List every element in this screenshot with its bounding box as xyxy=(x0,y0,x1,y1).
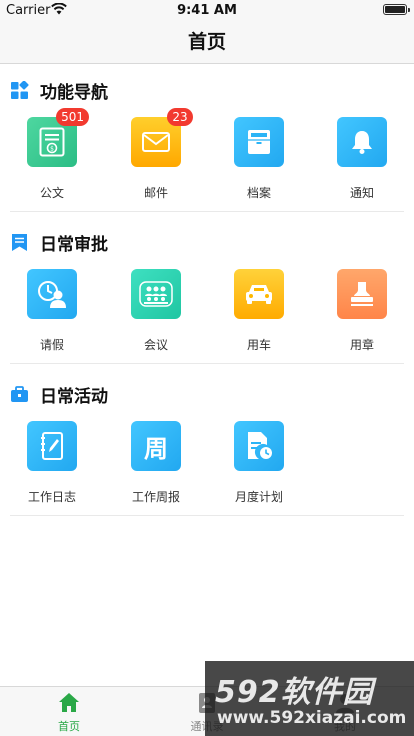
section-divider xyxy=(10,515,404,516)
status-time: 9:41 AM xyxy=(177,3,237,18)
watermark-url: www.592xiazai.com xyxy=(217,708,407,728)
item-label: 工作日志 xyxy=(27,490,76,504)
section-title: 日常审批 xyxy=(40,234,108,255)
stamp-icon xyxy=(337,269,387,319)
home-icon xyxy=(59,693,79,712)
item-label: 邮件 xyxy=(143,186,168,200)
approval-item-car[interactable]: 用车 xyxy=(207,269,311,353)
monthly-plan-icon xyxy=(234,421,284,471)
activity-item-work-log[interactable]: 工作日志 xyxy=(0,421,104,505)
section-divider xyxy=(10,211,404,212)
leave-icon xyxy=(27,269,77,319)
section-title: 功能导航 xyxy=(40,82,108,103)
approval-item-stamp[interactable]: 用章 xyxy=(310,269,414,353)
tab-home[interactable]: 首页 xyxy=(0,687,138,736)
item-label: 月度计划 xyxy=(234,490,283,504)
svg-text:$: $ xyxy=(50,146,54,153)
section-title: 日常活动 xyxy=(40,386,108,407)
section-header: 功能导航 xyxy=(10,77,108,103)
nav-item-mail[interactable]: 23 邮件 xyxy=(104,108,208,201)
watermark-logo: 592软件园 xyxy=(215,675,374,710)
grid-icon xyxy=(11,80,29,99)
watermark: 592软件园 www.592xiazai.com xyxy=(205,661,414,736)
item-label: 公文 xyxy=(39,186,64,200)
battery-icon xyxy=(383,4,410,15)
item-label: 会议 xyxy=(143,338,168,352)
mail-icon: 23 xyxy=(131,108,193,167)
activity-item-monthly-plan[interactable]: 月度计划 xyxy=(207,421,311,505)
notebook-icon xyxy=(27,421,77,471)
briefcase-icon xyxy=(11,385,28,402)
document-icon: $ 501 xyxy=(27,108,89,167)
activity-item-weekly-report[interactable]: 周 工作周报 xyxy=(104,421,208,505)
item-label: 通知 xyxy=(349,186,374,200)
item-label: 用章 xyxy=(349,338,374,352)
car-icon xyxy=(234,269,284,319)
approval-item-meeting[interactable]: 会议 xyxy=(104,269,208,353)
home-screen: Carrier 9:41 AM 首页 功能导航 $ 501 公文 23 邮件 档… xyxy=(0,0,414,736)
item-label: 工作周报 xyxy=(131,490,180,504)
nav-item-notification[interactable]: 通知 xyxy=(310,117,414,201)
bell-icon xyxy=(337,117,387,167)
section-divider xyxy=(10,363,404,364)
item-label: 档案 xyxy=(246,186,271,200)
meeting-icon xyxy=(131,269,181,319)
nav-item-official-document[interactable]: $ 501 公文 xyxy=(0,108,104,201)
item-label: 用车 xyxy=(246,338,271,352)
section-header: 日常审批 xyxy=(10,229,108,255)
page-title: 首页 xyxy=(187,31,226,53)
unread-badge: 501 xyxy=(56,108,89,126)
tab-label: 首页 xyxy=(58,720,80,733)
nav-item-archive[interactable]: 档案 xyxy=(207,117,311,201)
unread-badge: 23 xyxy=(167,108,193,126)
weekly-report-icon: 周 xyxy=(131,421,181,471)
archive-icon xyxy=(234,117,284,167)
message-icon xyxy=(12,233,27,251)
approval-item-leave[interactable]: 请假 xyxy=(0,269,104,353)
item-label: 请假 xyxy=(39,338,64,352)
navigation-bar: 首页 xyxy=(0,22,414,64)
status-bar: Carrier 9:41 AM xyxy=(0,0,414,22)
section-header: 日常活动 xyxy=(10,381,108,407)
